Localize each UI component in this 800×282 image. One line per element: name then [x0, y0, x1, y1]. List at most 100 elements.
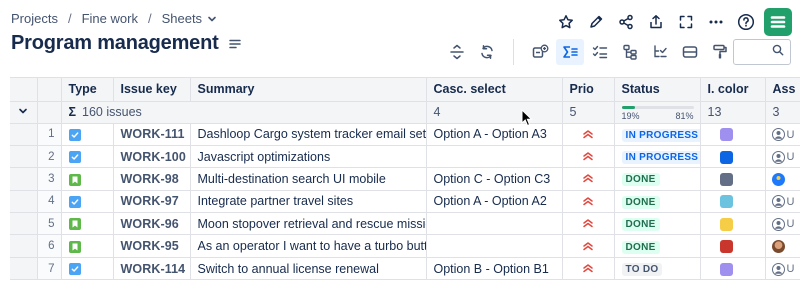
table-row[interactable]: 5 WORK-96 Moon stopover retrieval and resc… — [10, 212, 800, 236]
export-icon[interactable] — [642, 9, 670, 35]
column-header-assignee[interactable]: Ass — [765, 78, 800, 102]
issue-summary[interactable]: Switch to annual license renewal — [190, 257, 427, 281]
star-icon[interactable] — [552, 9, 580, 35]
paint-format-icon[interactable] — [706, 39, 734, 65]
priority-cell[interactable] — [562, 212, 615, 236]
breadcrumb-fine-work[interactable]: Fine work — [82, 11, 138, 26]
status-cell[interactable]: DONE — [614, 190, 701, 214]
breadcrumb: Projects / Fine work / Sheets — [11, 11, 217, 26]
assignee-cell[interactable]: U — [765, 145, 800, 169]
fullscreen-icon[interactable] — [672, 9, 700, 35]
assignee-cell[interactable] — [765, 234, 800, 258]
chevron-down-icon[interactable] — [18, 106, 28, 116]
priority-cell[interactable] — [562, 257, 615, 281]
story-type-icon — [68, 173, 81, 186]
pencil-icon[interactable] — [582, 9, 610, 35]
casc-select-value[interactable]: Option C - Option C3 — [426, 167, 563, 191]
issue-type-cell — [61, 123, 114, 146]
column-header-summary[interactable]: Summary — [190, 78, 427, 102]
column-header-status[interactable]: Status — [614, 78, 701, 102]
issue-key-link[interactable]: WORK-114 — [113, 257, 191, 281]
assignee-cell[interactable] — [765, 167, 800, 191]
table-row[interactable]: 4 WORK-97 Integrate partner travel sites Op… — [10, 190, 800, 214]
casc-select-value[interactable]: Option B - Option B1 — [426, 257, 563, 281]
casc-select-value[interactable]: Option A - Option A2 — [426, 190, 563, 214]
more-icon[interactable] — [702, 9, 730, 35]
column-header-prio[interactable]: Prio — [562, 78, 615, 102]
column-header-type[interactable]: Type — [61, 78, 114, 102]
collapse-rows-icon[interactable] — [443, 39, 471, 65]
priority-cell[interactable] — [562, 145, 615, 169]
row-height-icon[interactable] — [676, 39, 704, 65]
assignee-cell[interactable]: U — [765, 257, 800, 281]
breadcrumb-sheets[interactable]: Sheets — [162, 11, 202, 26]
refresh-icon[interactable] — [473, 39, 501, 65]
issue-key-link[interactable]: WORK-98 — [113, 167, 191, 191]
chevron-down-icon[interactable] — [207, 14, 217, 24]
issue-summary[interactable]: Moon stopover retrieval and rescue missi… — [190, 212, 427, 236]
casc-select-value[interactable]: Option A - Option A3 — [426, 123, 563, 146]
table-row[interactable]: 3 WORK-98 Multi-destination search UI mobi… — [10, 167, 800, 191]
issue-summary[interactable]: As an operator I want to have a turbo bu… — [190, 234, 427, 258]
issue-summary[interactable]: Javascript optimizations — [190, 145, 427, 169]
issue-color-cell[interactable] — [700, 257, 766, 281]
issue-color-cell[interactable] — [700, 123, 766, 146]
task-type-icon — [68, 263, 81, 276]
breadcrumb-projects[interactable]: Projects — [11, 11, 58, 26]
issue-key-link[interactable]: WORK-100 — [113, 145, 191, 169]
assignee-cell[interactable]: U — [765, 123, 800, 146]
column-header-icolor[interactable]: I. color — [700, 78, 766, 102]
row-expand-cell — [10, 145, 38, 169]
table-row[interactable]: 6 WORK-95 As an operator I want to have a … — [10, 234, 800, 258]
priority-cell[interactable] — [562, 123, 615, 146]
table-row[interactable]: 1 WORK-111 Dashloop Cargo system tracker e… — [10, 123, 800, 146]
priority-cell[interactable] — [562, 234, 615, 258]
user-avatar-icon — [771, 128, 785, 142]
add-structure-icon[interactable] — [526, 39, 554, 65]
issue-summary[interactable]: Integrate partner travel sites — [190, 190, 427, 214]
status-cell[interactable]: IN PROGRESS — [614, 123, 701, 146]
issue-key-link[interactable]: WORK-97 — [113, 190, 191, 214]
status-cell[interactable]: DONE — [614, 234, 701, 258]
task-type-icon — [68, 151, 81, 164]
share-icon[interactable] — [612, 9, 640, 35]
issue-key-link[interactable]: WORK-96 — [113, 212, 191, 236]
status-cell[interactable]: DONE — [614, 167, 701, 191]
sum-icon[interactable] — [556, 39, 584, 65]
casc-select-value[interactable] — [426, 145, 563, 169]
color-swatch — [719, 173, 733, 187]
casc-select-value[interactable] — [426, 234, 563, 258]
priority-cell[interactable] — [562, 167, 615, 191]
issue-color-cell[interactable] — [700, 234, 766, 258]
column-header-issue-key[interactable]: Issue key — [113, 78, 191, 102]
issue-color-cell[interactable] — [700, 167, 766, 191]
column-header-casc-select[interactable]: Casc. select — [426, 78, 563, 102]
assignee-cell[interactable]: U — [765, 190, 800, 214]
checklist-icon[interactable] — [586, 39, 614, 65]
sheet-toolbar — [443, 39, 736, 65]
issue-color-cell[interactable] — [700, 212, 766, 236]
issues-grid: Type Issue key Summary Casc. select Prio… — [10, 77, 800, 281]
collapse-toggle[interactable] — [10, 101, 38, 124]
search-input[interactable] — [733, 39, 791, 65]
assignee-cell[interactable]: U — [765, 212, 800, 236]
status-cell[interactable]: TO DO — [614, 257, 701, 281]
help-icon[interactable] — [732, 9, 760, 35]
issue-key-link[interactable]: WORK-111 — [113, 123, 191, 146]
issue-color-cell[interactable] — [700, 145, 766, 169]
table-row[interactable]: 7 WORK-114 Switch to annual license renewa… — [10, 257, 800, 281]
issue-key-link[interactable]: WORK-95 — [113, 234, 191, 258]
priority-high-icon — [582, 262, 594, 276]
issue-color-cell[interactable] — [700, 190, 766, 214]
hierarchy-filter-icon[interactable] — [646, 39, 674, 65]
issue-summary[interactable]: Dashloop Cargo system tracker email setu… — [190, 123, 427, 146]
table-row[interactable]: 2 WORK-100 Javascript optimizations IN PROG… — [10, 145, 800, 169]
hierarchy-icon[interactable] — [616, 39, 644, 65]
issue-summary[interactable]: Multi-destination search UI mobile — [190, 167, 427, 191]
view-options-icon[interactable] — [228, 38, 241, 50]
status-cell[interactable]: DONE — [614, 212, 701, 236]
casc-select-value[interactable] — [426, 212, 563, 236]
app-logo-icon[interactable] — [764, 8, 792, 36]
status-cell[interactable]: IN PROGRESS — [614, 145, 701, 169]
priority-cell[interactable] — [562, 190, 615, 214]
